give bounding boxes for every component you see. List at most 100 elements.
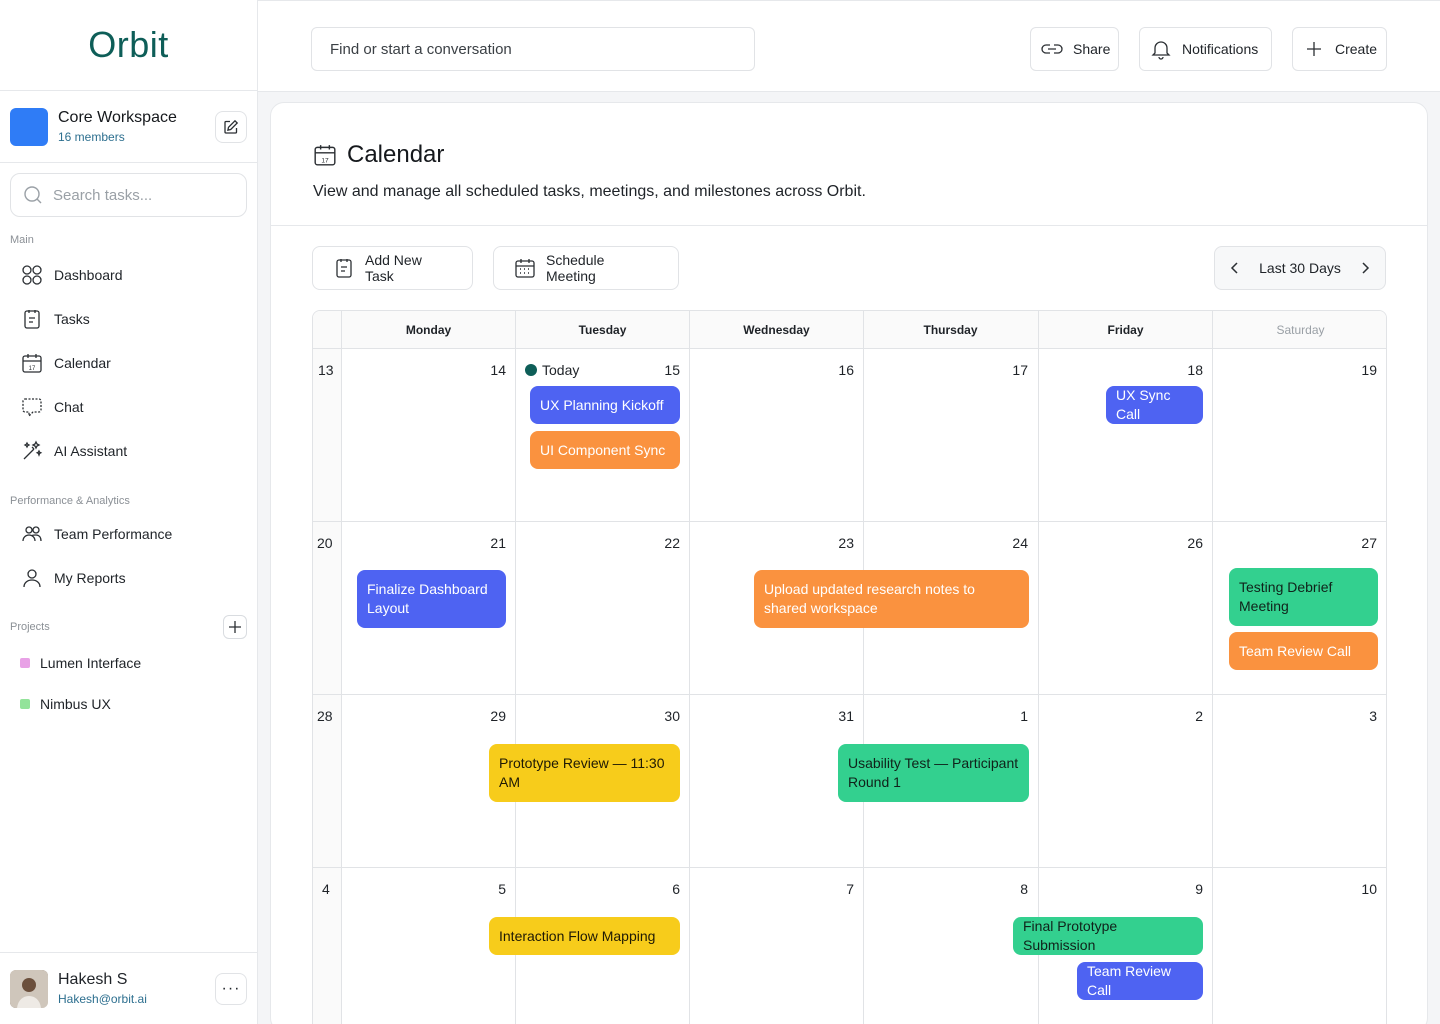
sidebar-item-my-reports[interactable]: My Reports: [0, 556, 257, 600]
sparkle-icon: [20, 439, 44, 463]
date-cell-number[interactable]: 24: [998, 535, 1028, 551]
dashboard-icon: [20, 263, 44, 287]
user-profile[interactable]: Hakesh S Hakesh@orbit.ai ···: [0, 952, 257, 1024]
project-color-dot: [20, 698, 30, 709]
calendar-icon: 17: [20, 351, 44, 375]
date-cell-number[interactable]: 19: [1347, 362, 1377, 378]
date-cell-number[interactable]: 21: [476, 535, 506, 551]
day-header-wednesday: Wednesday: [743, 323, 810, 337]
project-item-nimbus-ux[interactable]: Nimbus UX: [0, 683, 257, 724]
chevron-left-icon[interactable]: [1227, 260, 1243, 276]
date-cell-number[interactable]: 10: [1347, 881, 1377, 897]
event-final-prototype-submission[interactable]: Final Prototype Submission: [1013, 917, 1203, 955]
section-projects-label: Projects: [10, 621, 50, 633]
calendar-grid: Monday Tuesday Wednesday Thursday Friday…: [312, 310, 1387, 1024]
topbar: Share Notifications Create: [258, 0, 1440, 92]
date-cell-number[interactable]: 6: [650, 881, 680, 897]
week-number: 28: [317, 708, 333, 724]
chevron-right-icon[interactable]: [1357, 260, 1373, 276]
create-button[interactable]: Create: [1292, 27, 1387, 71]
project-label: Nimbus UX: [40, 695, 111, 712]
sidebar-item-label: Tasks: [54, 311, 90, 327]
event-usability-test[interactable]: Usability Test — Participant Round 1: [838, 744, 1029, 802]
sidebar-item-label: Dashboard: [54, 267, 123, 283]
date-cell-number[interactable]: 5: [476, 881, 506, 897]
edit-workspace-button[interactable]: [215, 110, 247, 143]
calendar-panel: 17 Calendar View and manage all schedule…: [270, 102, 1428, 1024]
event-ux-planning-kickoff[interactable]: UX Planning Kickoff: [530, 386, 680, 424]
date-range-label[interactable]: Last 30 Days: [1259, 260, 1341, 276]
calendar-icon: 17: [314, 145, 336, 166]
event-interaction-flow-mapping[interactable]: Interaction Flow Mapping: [489, 917, 680, 955]
event-prototype-review[interactable]: Prototype Review — 11:30 AM: [489, 744, 680, 802]
sidebar-item-tasks[interactable]: Tasks: [0, 297, 257, 341]
week-number: 13: [318, 362, 334, 378]
share-button[interactable]: Share: [1030, 27, 1119, 71]
grid-line: [313, 521, 1386, 522]
chat-icon: [20, 395, 44, 419]
date-cell-number[interactable]: 16: [824, 362, 854, 378]
notifications-button[interactable]: Notifications: [1139, 27, 1272, 71]
grid-line: [1212, 311, 1213, 1024]
sidebar-search[interactable]: [10, 173, 247, 217]
project-item-lumen-interface[interactable]: Lumen Interface: [0, 642, 257, 683]
sidebar-item-team-performance[interactable]: Team Performance: [0, 512, 257, 556]
user-name: Hakesh S: [58, 971, 128, 988]
page-subtitle: View and manage all scheduled tasks, mee…: [313, 183, 866, 200]
conversation-search-input[interactable]: [330, 40, 736, 58]
sidebar-item-chat[interactable]: Chat: [0, 385, 257, 429]
sidebar-item-calendar[interactable]: 17 Calendar: [0, 341, 257, 385]
event-team-review-call[interactable]: Team Review Call: [1229, 632, 1378, 670]
date-cell-number[interactable]: 23: [824, 535, 854, 551]
brand-logo[interactable]: Orbit: [88, 24, 169, 66]
today-indicator: Today: [525, 362, 579, 378]
day-header-monday: Monday: [405, 323, 452, 337]
event-finalize-dashboard-layout[interactable]: Finalize Dashboard Layout: [357, 570, 506, 628]
date-cell-number[interactable]: 27: [1347, 535, 1377, 551]
page-title: Calendar: [347, 141, 445, 168]
user-icon: [20, 566, 44, 590]
plus-icon: [229, 621, 241, 633]
sidebar-item-label: Team Performance: [54, 526, 173, 542]
projects-header: Projects: [0, 615, 257, 639]
today-dot: [525, 364, 537, 376]
date-cell-number[interactable]: 26: [1173, 535, 1203, 551]
add-project-button[interactable]: [223, 615, 247, 639]
plus-icon: [1303, 38, 1325, 60]
event-ux-sync-call[interactable]: UX Sync Call: [1106, 386, 1203, 424]
date-cell-number[interactable]: 14: [476, 362, 506, 378]
notifications-label: Notifications: [1182, 41, 1259, 57]
section-main-label: Main: [10, 234, 34, 246]
event-testing-debrief-meeting[interactable]: Testing Debrief Meeting: [1229, 568, 1378, 626]
date-cell-number[interactable]: 15: [650, 362, 680, 378]
date-cell-number[interactable]: 30: [650, 708, 680, 724]
date-cell-number[interactable]: 3: [1347, 708, 1377, 724]
sidebar-item-ai-assistant[interactable]: AI Assistant: [0, 429, 257, 473]
tasks-icon: [20, 307, 44, 331]
more-options-button[interactable]: ···: [215, 972, 247, 1005]
date-cell-number[interactable]: 18: [1173, 362, 1203, 378]
date-cell-number[interactable]: 31: [824, 708, 854, 724]
add-task-label: Add New Task: [365, 252, 422, 284]
add-task-button[interactable]: Add New Task: [312, 246, 473, 290]
event-ui-component-sync[interactable]: UI Component Sync: [530, 431, 680, 469]
event-upload-research-notes[interactable]: Upload updated research notes to shared …: [754, 570, 1029, 628]
date-cell-number[interactable]: 9: [1173, 881, 1203, 897]
schedule-meeting-button[interactable]: Schedule Meeting: [493, 246, 679, 290]
workspace-switcher[interactable]: Core Workspace 16 members: [0, 91, 257, 163]
date-cell-number[interactable]: 1: [998, 708, 1028, 724]
event-team-review-call[interactable]: Team Review Call: [1077, 962, 1203, 1000]
date-cell-number[interactable]: 17: [998, 362, 1028, 378]
date-cell-number[interactable]: 29: [476, 708, 506, 724]
grid-line: [863, 311, 864, 1024]
conversation-search[interactable]: [311, 27, 755, 71]
section-performance-label: Performance & Analytics: [10, 495, 130, 507]
date-cell-number[interactable]: 7: [824, 881, 854, 897]
date-cell-number[interactable]: 8: [998, 881, 1028, 897]
date-range-selector: Last 30 Days: [1214, 246, 1386, 290]
sidebar-item-label: Calendar: [54, 355, 111, 371]
date-cell-number[interactable]: 2: [1173, 708, 1203, 724]
date-cell-number[interactable]: 22: [650, 535, 680, 551]
sidebar-search-input[interactable]: [53, 186, 223, 204]
sidebar-item-dashboard[interactable]: Dashboard: [0, 253, 257, 297]
